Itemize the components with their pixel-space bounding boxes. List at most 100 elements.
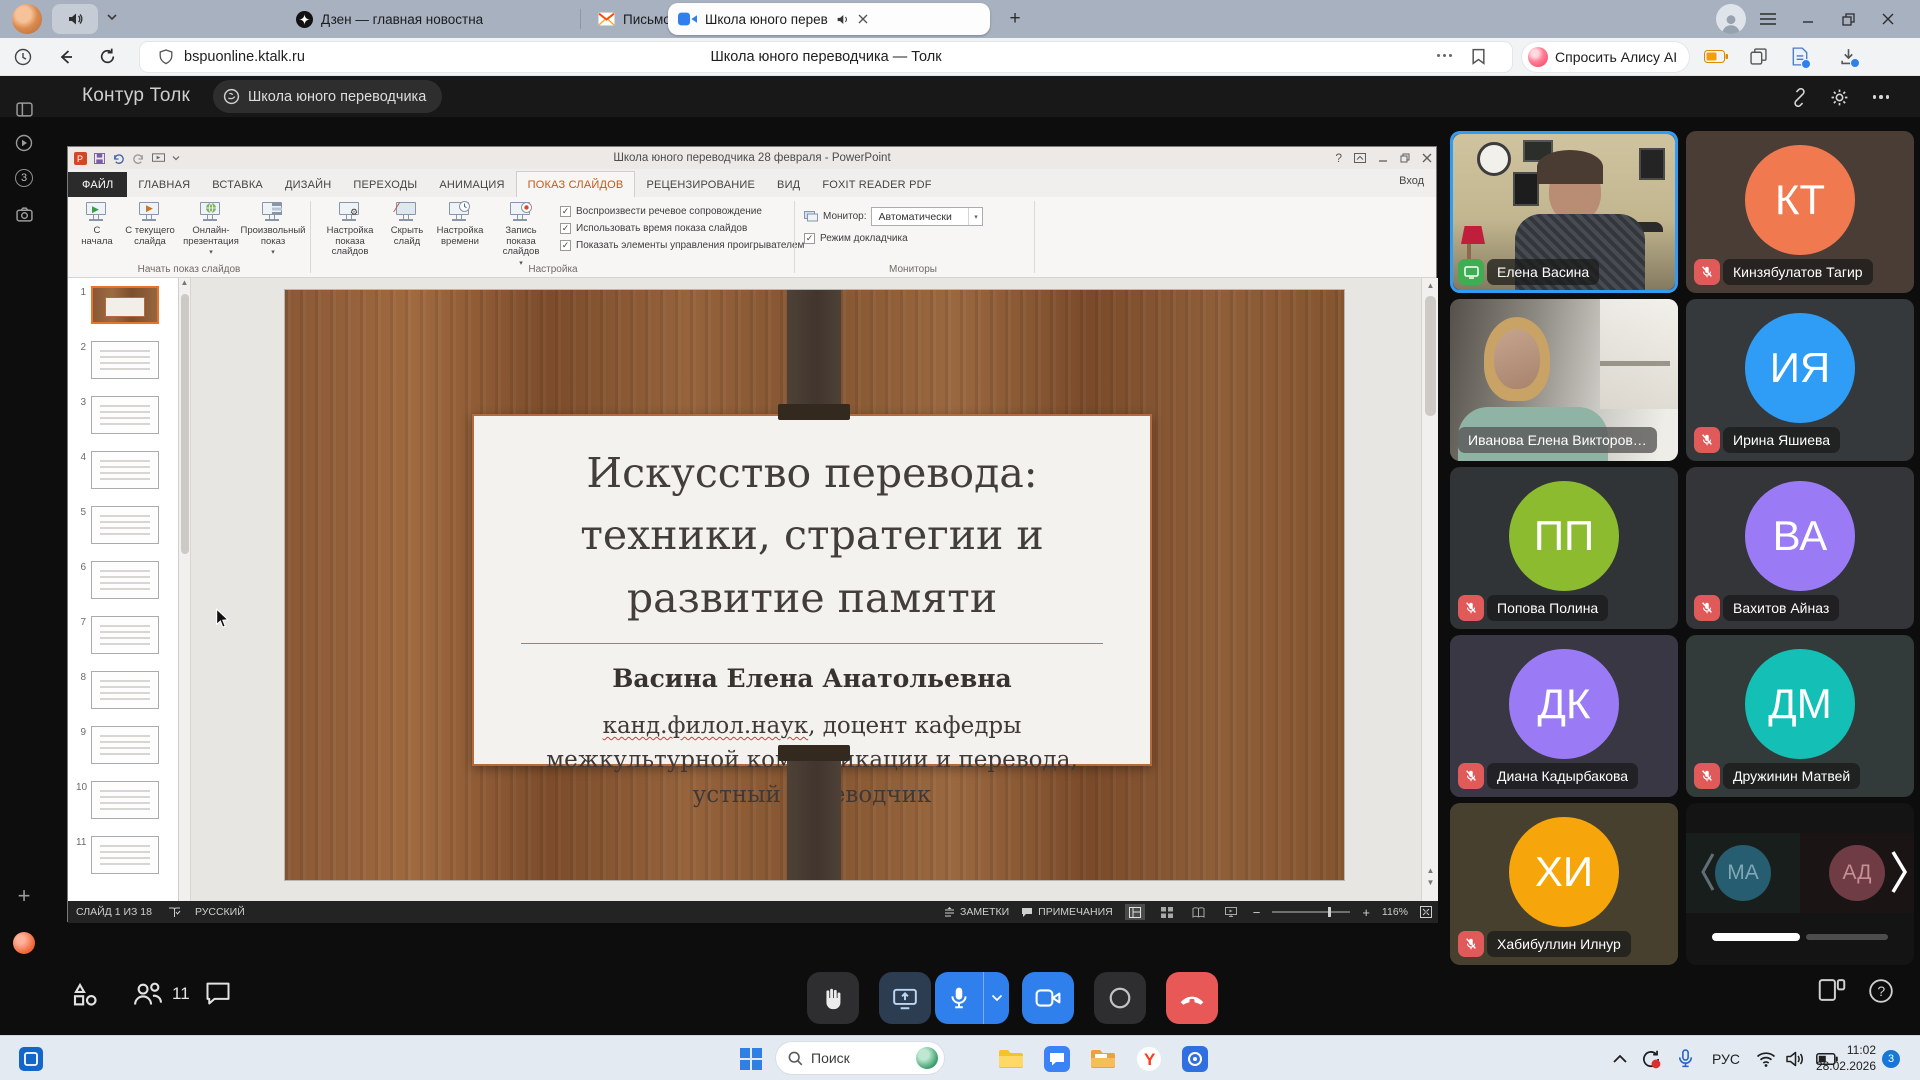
slide-thumbnail[interactable]: 11 bbox=[68, 836, 178, 891]
sidebar-notifications-badge[interactable]: 3 bbox=[13, 167, 35, 189]
participant-tile[interactable]: ДК Диана Кадырбакова bbox=[1450, 635, 1678, 797]
thumbnail-scrollbar[interactable]: ▲ bbox=[179, 278, 191, 901]
comments-toggle[interactable]: ПРИМЕЧАНИЯ bbox=[1021, 906, 1113, 918]
view-reading-button[interactable] bbox=[1189, 904, 1209, 920]
tray-notification-badge[interactable]: 3 bbox=[1882, 1050, 1900, 1068]
ribbon-tab[interactable]: FOXIT READER PDF bbox=[811, 172, 942, 197]
record-button[interactable] bbox=[1094, 972, 1146, 1024]
checkbox-use-timings[interactable]: ✓Использовать время показа слайдов bbox=[560, 223, 804, 234]
slide-thumbnail[interactable]: 6 bbox=[68, 561, 178, 616]
slide-thumbnail[interactable]: 5 bbox=[68, 506, 178, 561]
sidebar-alice-icon[interactable] bbox=[13, 932, 35, 954]
microphone-button[interactable] bbox=[935, 972, 1009, 1024]
bookmark-icon[interactable] bbox=[1471, 48, 1486, 65]
browser-logo-icon[interactable] bbox=[12, 4, 42, 34]
taskbar-search[interactable]: Поиск bbox=[776, 1042, 944, 1074]
participants-button[interactable]: 11 bbox=[132, 980, 190, 1008]
slide-thumbnail[interactable]: 2 bbox=[68, 341, 178, 396]
mic-on-icon[interactable] bbox=[935, 972, 983, 1024]
monitor-select[interactable]: Автоматически▾ bbox=[871, 207, 983, 226]
zoom-out-button[interactable]: − bbox=[1253, 905, 1261, 920]
ribbon-tab[interactable]: ВСТАВКА bbox=[201, 172, 274, 197]
ribbon-tab[interactable]: ГЛАВНАЯ bbox=[127, 172, 201, 197]
tray-hidden-icons[interactable] bbox=[1612, 1036, 1628, 1080]
refresh-button[interactable] bbox=[98, 47, 117, 66]
taskbar-widget-icon[interactable] bbox=[16, 1044, 46, 1074]
sidebar-add-icon[interactable]: + bbox=[13, 885, 35, 907]
downloads-icon[interactable] bbox=[1840, 48, 1857, 65]
more-options-icon[interactable] bbox=[1870, 86, 1892, 108]
participant-tile-elena-vasina[interactable]: Елена Васина bbox=[1450, 131, 1678, 293]
zoom-in-button[interactable]: + bbox=[1362, 905, 1370, 920]
ppt-help-icon[interactable]: ? bbox=[1335, 151, 1342, 165]
slide-thumbnail[interactable]: 4 bbox=[68, 451, 178, 506]
pip-layout-button[interactable] bbox=[1818, 978, 1846, 1002]
history-clock-icon[interactable] bbox=[14, 48, 32, 66]
help-button[interactable]: ? bbox=[1868, 978, 1894, 1004]
ribbon-from-current-button[interactable]: ▶ С текущего слайда bbox=[122, 201, 178, 247]
ribbon-tab[interactable]: ВИД bbox=[766, 172, 811, 197]
view-slideshow-button[interactable] bbox=[1221, 904, 1241, 920]
sidebar-play-icon[interactable] bbox=[13, 132, 35, 154]
tray-language-indicator[interactable]: РУС bbox=[1712, 1036, 1740, 1080]
taskbar-folder-icon[interactable] bbox=[1088, 1044, 1118, 1074]
slide-thumbnail[interactable]: 7 bbox=[68, 616, 178, 671]
new-tab-button[interactable]: + bbox=[1002, 6, 1028, 32]
battery-saver-icon[interactable] bbox=[1704, 50, 1728, 63]
spellcheck-icon[interactable] bbox=[168, 906, 181, 918]
slide-thumbnail[interactable]: 8 bbox=[68, 671, 178, 726]
ribbon-tab-slideshow-active[interactable]: ПОКАЗ СЛАЙДОВ bbox=[516, 171, 636, 197]
shared-doc-icon[interactable] bbox=[1792, 47, 1808, 66]
start-button[interactable] bbox=[736, 1044, 766, 1074]
mic-options-chevron-icon[interactable] bbox=[983, 972, 1009, 1024]
tray-mic-icon[interactable] bbox=[1678, 1036, 1693, 1080]
slide-thumbnail[interactable]: 9 bbox=[68, 726, 178, 781]
chat-button[interactable] bbox=[204, 980, 232, 1006]
view-sorter-button[interactable] bbox=[1157, 904, 1177, 920]
ppt-sign-in[interactable]: Вход bbox=[1399, 175, 1424, 187]
raise-hand-button[interactable] bbox=[807, 972, 859, 1024]
sidebar-screenshot-icon[interactable] bbox=[13, 203, 35, 225]
tray-clock[interactable]: 11:02 28.02.2026 bbox=[1812, 1042, 1876, 1074]
prev-page-chevron-icon[interactable] bbox=[1700, 851, 1716, 893]
hang-up-button[interactable] bbox=[1166, 972, 1218, 1024]
copy-link-icon[interactable] bbox=[1788, 86, 1810, 108]
checkbox-show-media-controls[interactable]: ✓Показать элементы управления проигрыват… bbox=[560, 240, 804, 251]
checkbox-play-narrations[interactable]: ✓Воспроизвести речевое сопровождение bbox=[560, 206, 804, 217]
language-indicator[interactable]: РУССКИЙ bbox=[195, 906, 245, 918]
tray-volume-icon[interactable] bbox=[1786, 1036, 1805, 1080]
extensions-icon[interactable] bbox=[1750, 48, 1767, 65]
page-indicator-active[interactable] bbox=[1712, 933, 1800, 941]
slide-thumbnail[interactable]: 10 bbox=[68, 781, 178, 836]
participant-tile[interactable]: КТ Кинзябулатов Тагир bbox=[1686, 131, 1914, 293]
ribbon-tab[interactable]: РЕЦЕНЗИРОВАНИЕ bbox=[635, 172, 766, 197]
page-indicator[interactable] bbox=[1806, 934, 1888, 940]
fit-to-window-icon[interactable] bbox=[1420, 906, 1432, 918]
participants-overflow-tile[interactable]: МА АД bbox=[1686, 803, 1914, 965]
zoom-slider[interactable] bbox=[1272, 911, 1350, 913]
ppt-close-icon[interactable] bbox=[1422, 153, 1432, 163]
room-pill[interactable]: Школа юного переводчика bbox=[213, 80, 442, 113]
ribbon-tab-file[interactable]: ФАЙЛ bbox=[68, 172, 127, 197]
ppt-minimize-icon[interactable] bbox=[1378, 153, 1388, 163]
ribbon-custom-show-button[interactable]: Произвольный показ▾ bbox=[242, 201, 304, 256]
ribbon-tab[interactable]: ДИЗАЙН bbox=[274, 172, 342, 197]
ribbon-setup-slideshow-button[interactable]: ⚙ Настройка показа слайдов bbox=[318, 201, 382, 258]
browser-tab-meeting[interactable]: Школа юного перев bbox=[668, 3, 990, 35]
ppt-restore-icon[interactable] bbox=[1400, 153, 1410, 163]
participant-tile[interactable]: ХИ Хабибуллин Илнур bbox=[1450, 803, 1678, 965]
tray-wifi-icon[interactable] bbox=[1756, 1036, 1776, 1080]
tiles-pagination[interactable] bbox=[1686, 933, 1914, 941]
taskbar-app-icon[interactable] bbox=[1180, 1044, 1210, 1074]
browser-tab-dzen[interactable]: Дзен — главная новостна bbox=[286, 0, 576, 38]
url-field[interactable]: bspuonline.ktalk.ru Школа юного переводч… bbox=[140, 42, 1512, 72]
sidebar-panels-icon[interactable] bbox=[13, 98, 35, 120]
browser-menu-icon[interactable] bbox=[1756, 7, 1780, 31]
ribbon-options-icon[interactable] bbox=[1354, 153, 1366, 163]
ribbon-record-slideshow-button[interactable]: Запись показа слайдов▾ bbox=[490, 201, 552, 266]
zoom-level[interactable]: 116% bbox=[1382, 906, 1408, 918]
profile-avatar[interactable] bbox=[1716, 4, 1746, 34]
ribbon-tab[interactable]: ПЕРЕХОДЫ bbox=[342, 172, 428, 197]
participant-tile[interactable]: ДМ Дружинин Матвей bbox=[1686, 635, 1914, 797]
window-restore-button[interactable] bbox=[1836, 7, 1860, 31]
